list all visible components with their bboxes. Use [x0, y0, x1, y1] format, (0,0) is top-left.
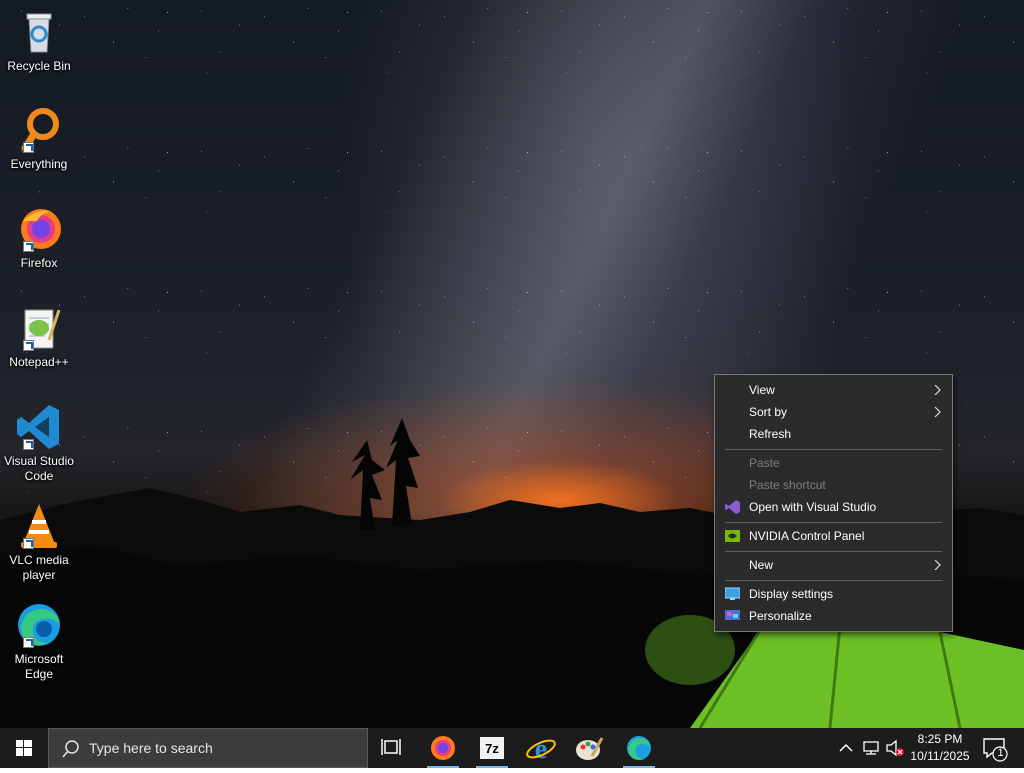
- task-view-icon: [381, 739, 401, 755]
- recycle-bin-icon: [15, 8, 63, 56]
- volume-muted-icon[interactable]: [885, 739, 905, 757]
- desktop-icon-label: Notepad++: [9, 355, 69, 369]
- 7zip-icon: 7z: [480, 737, 504, 759]
- everything-search-icon: [15, 106, 63, 154]
- shortcut-arrow-icon: [23, 637, 34, 648]
- desktop-icon-label: VLC media player: [9, 553, 69, 582]
- clock-time: 8:25 PM: [917, 732, 963, 746]
- edge-icon: [627, 736, 651, 760]
- menu-item-label: Paste shortcut: [749, 478, 826, 492]
- svg-text:e: e: [535, 734, 547, 765]
- menu-item-open-with-visual-studio[interactable]: Open with Visual Studio: [715, 496, 952, 518]
- clock-date: 10/11/2025: [910, 749, 970, 763]
- menu-separator: [725, 551, 942, 552]
- desktop-icon-edge[interactable]: Microsoft Edge: [4, 601, 74, 682]
- menu-item-paste-shortcut: Paste shortcut: [715, 474, 952, 496]
- menu-item-label: Sort by: [749, 405, 788, 419]
- desktop-icon-label: Recycle Bin: [7, 59, 71, 73]
- visual-studio-icon: [725, 500, 740, 514]
- personalize-icon: [725, 610, 740, 620]
- menu-item-display-settings[interactable]: Display settings: [715, 583, 952, 605]
- taskbar-app-internet-explorer[interactable]: e: [517, 728, 565, 768]
- desktop-icon-label: Firefox: [20, 256, 58, 270]
- desktop-icon-vlc[interactable]: VLC media player: [4, 502, 74, 583]
- taskbar-app-7zip[interactable]: 7z: [468, 728, 516, 768]
- desktop-icon-vscode[interactable]: Visual Studio Code: [4, 403, 74, 484]
- taskbar-app-firefox[interactable]: [419, 728, 467, 768]
- menu-item-view[interactable]: View: [715, 379, 952, 401]
- menu-item-nvidia-control-panel[interactable]: NVIDIA Control Panel: [715, 525, 952, 547]
- notification-count: 1: [997, 747, 1004, 759]
- menu-item-sort-by[interactable]: Sort by: [715, 401, 952, 423]
- clock[interactable]: 8:25 PM 10/11/2025: [905, 732, 975, 763]
- chevron-up-icon[interactable]: [838, 742, 854, 754]
- shortcut-arrow-icon: [23, 340, 34, 351]
- internet-explorer-icon: e: [526, 734, 556, 765]
- shortcut-arrow-icon: [23, 439, 34, 450]
- nvidia-icon: [725, 530, 740, 542]
- menu-item-new[interactable]: New: [715, 554, 952, 576]
- search-placeholder: Type here to search: [89, 740, 213, 756]
- desktop-icon-label: Everything: [10, 157, 68, 171]
- desktop-icon-firefox[interactable]: Firefox: [4, 205, 74, 271]
- firefox-icon: [15, 205, 63, 253]
- menu-item-label: View: [749, 383, 775, 397]
- svg-text:7z: 7z: [485, 741, 499, 756]
- menu-item-label: Refresh: [749, 427, 792, 441]
- network-icon[interactable]: [861, 740, 881, 756]
- menu-item-personalize[interactable]: Personalize: [715, 605, 952, 627]
- menu-item-paste: Paste: [715, 452, 952, 474]
- notification-center-button[interactable]: 1: [976, 728, 1016, 768]
- desktop-background[interactable]: Recycle Bin Everything Firefox Notepad++…: [0, 0, 1024, 728]
- desktop-icon-notepad-plus-plus[interactable]: Notepad++: [4, 304, 74, 370]
- chevron-right-icon: [934, 407, 941, 417]
- menu-separator: [725, 449, 942, 450]
- menu-item-label: New: [749, 558, 774, 572]
- start-button[interactable]: [0, 728, 48, 768]
- menu-separator: [725, 522, 942, 523]
- display-icon: [725, 587, 740, 600]
- firefox-icon: [431, 736, 455, 760]
- taskbar-app-paint[interactable]: [566, 728, 614, 768]
- desktop-icon-label: Visual Studio Code: [4, 454, 74, 483]
- menu-item-label: Paste: [749, 456, 780, 470]
- edge-icon: [15, 601, 63, 649]
- desktop-icon-everything[interactable]: Everything: [4, 106, 74, 172]
- taskbar-search-box[interactable]: Type here to search: [48, 728, 368, 768]
- vscode-icon: [15, 403, 63, 451]
- windows-logo-icon: [16, 740, 32, 756]
- menu-item-label: NVIDIA Control Panel: [749, 529, 865, 543]
- menu-item-label: Personalize: [749, 609, 812, 623]
- vlc-icon: [15, 502, 63, 550]
- chevron-right-icon: [934, 385, 941, 395]
- menu-separator: [725, 580, 942, 581]
- shortcut-arrow-icon: [23, 241, 34, 252]
- task-view-button[interactable]: [368, 728, 416, 768]
- shortcut-arrow-icon: [23, 142, 34, 153]
- taskbar-app-edge[interactable]: [615, 728, 663, 768]
- desktop-context-menu: View Sort by Refresh Paste Paste shortcu…: [714, 374, 953, 632]
- desktop-icon-recycle-bin[interactable]: Recycle Bin: [4, 8, 74, 74]
- taskbar: Type here to search 7z e 8:25 PM 10/11/2…: [0, 728, 1024, 768]
- shortcut-arrow-icon: [23, 538, 34, 549]
- search-icon: [62, 740, 79, 758]
- desktop-icon-label: Microsoft Edge: [14, 652, 64, 681]
- menu-item-refresh[interactable]: Refresh: [715, 423, 952, 445]
- chevron-right-icon: [934, 560, 941, 570]
- menu-item-label: Display settings: [749, 587, 834, 601]
- menu-item-label: Open with Visual Studio: [749, 500, 877, 514]
- paint-icon: [576, 737, 604, 760]
- notepad-plus-plus-icon: [15, 304, 63, 352]
